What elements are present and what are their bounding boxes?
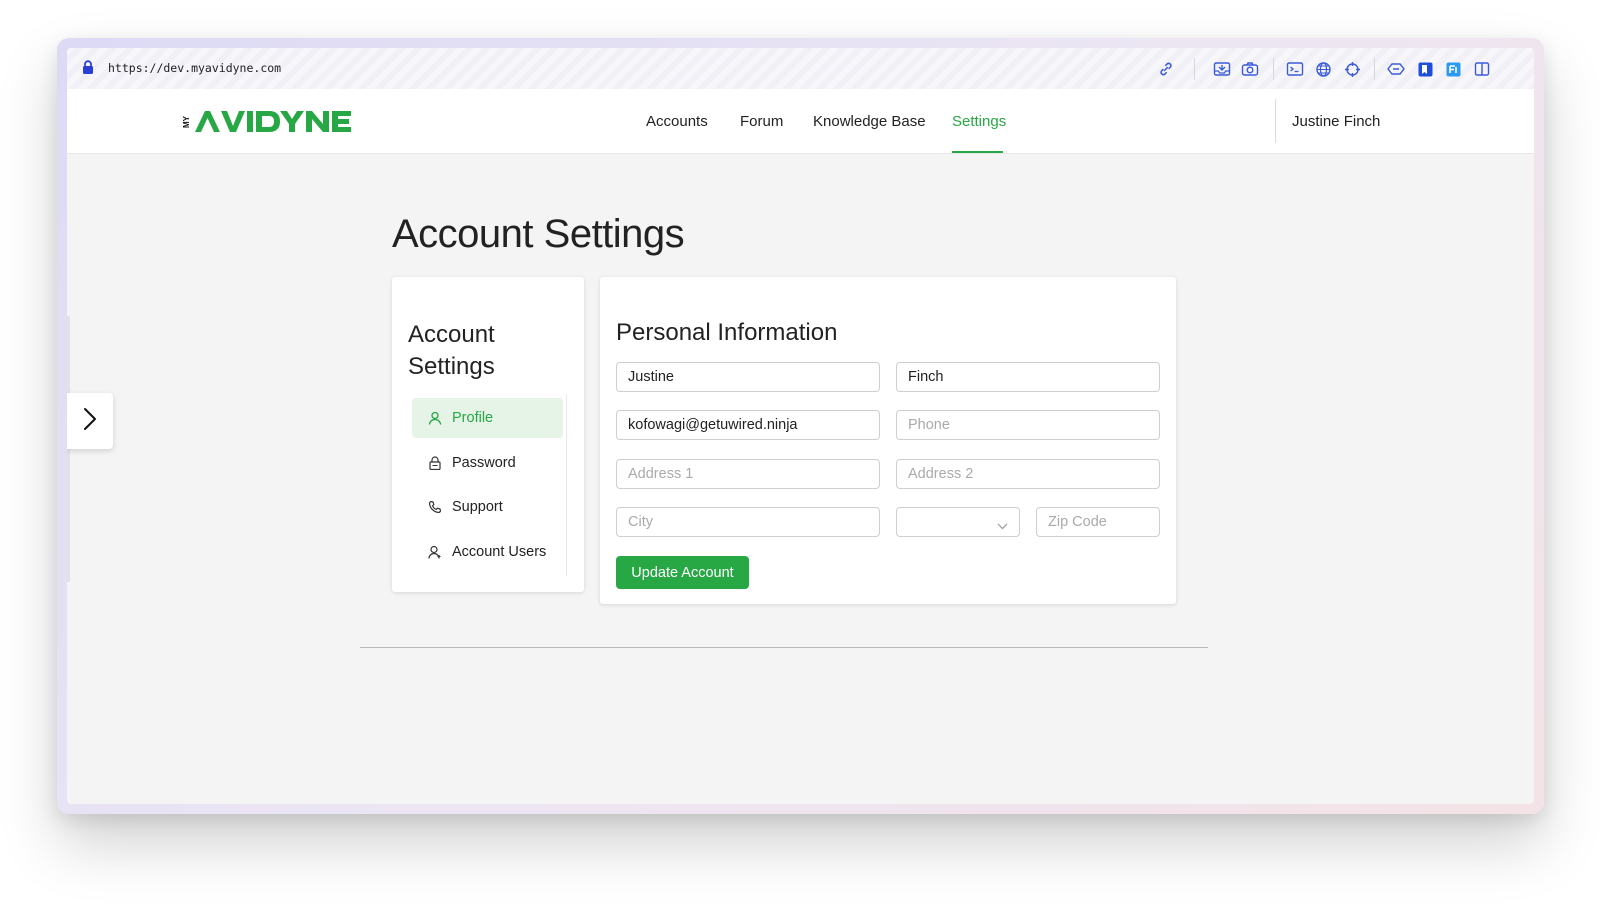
- terminal-icon[interactable]: [1285, 59, 1305, 79]
- users-icon: [428, 545, 442, 559]
- lock-icon: [82, 60, 94, 80]
- tabs-icon[interactable]: [1443, 59, 1463, 79]
- url-text[interactable]: https://dev.myavidyne.com: [108, 61, 281, 75]
- reader-icon[interactable]: [1415, 59, 1435, 79]
- address-bar: https://dev.myavidyne.com: [67, 48, 1534, 90]
- nav-divider: [1275, 99, 1276, 143]
- avidyne-logo[interactable]: MY: [182, 109, 355, 140]
- sidebar-icon[interactable]: [1472, 59, 1492, 79]
- phone-input[interactable]: [896, 410, 1160, 440]
- link-icon[interactable]: [1156, 59, 1176, 79]
- menu-divider: [566, 394, 567, 576]
- form-title: Personal Information: [616, 319, 838, 346]
- nav-link-forum[interactable]: Forum: [740, 113, 783, 130]
- chevron-down-icon: [997, 517, 1008, 535]
- side-drawer-edge: [67, 316, 70, 582]
- camera-icon[interactable]: [1240, 59, 1260, 79]
- active-tab-indicator: [952, 151, 1003, 153]
- toolbar-separator: [1273, 58, 1274, 80]
- user-menu[interactable]: Justine Finch: [1292, 113, 1380, 130]
- menu-item-label: Support: [452, 499, 503, 515]
- toolbar-separator: [1194, 58, 1195, 80]
- footer-divider: [360, 647, 1208, 648]
- last-name-input[interactable]: [896, 362, 1160, 392]
- settings-menu-card: Account Settings Profile Password Suppor…: [392, 277, 584, 592]
- city-input[interactable]: [616, 507, 880, 537]
- menu-item-profile[interactable]: Profile: [412, 398, 563, 438]
- toolbar-separator: [1374, 58, 1375, 80]
- menu-item-support[interactable]: Support: [412, 487, 563, 527]
- nav-link-accounts[interactable]: Accounts: [646, 113, 708, 130]
- phone-icon: [428, 500, 442, 514]
- expand-sidebar-button[interactable]: [67, 393, 113, 449]
- globe-icon[interactable]: [1313, 59, 1333, 79]
- menu-item-label: Password: [452, 455, 516, 471]
- page-title: Account Settings: [392, 212, 685, 256]
- update-account-button[interactable]: Update Account: [616, 556, 749, 589]
- inbox-icon[interactable]: [1212, 59, 1232, 79]
- state-select[interactable]: [896, 507, 1020, 537]
- first-name-input[interactable]: [616, 362, 880, 392]
- nav-link-knowledge-base[interactable]: Knowledge Base: [813, 113, 926, 130]
- browser-window: https://dev.myavidyne.com MY Accounts Fo…: [67, 48, 1534, 804]
- lock-icon: [428, 456, 442, 470]
- zip-code-input[interactable]: [1036, 507, 1160, 537]
- personal-information-card: Personal Information Update Account: [600, 277, 1176, 604]
- menu-item-password[interactable]: Password: [412, 443, 563, 483]
- menu-item-account-users[interactable]: Account Users: [412, 532, 563, 572]
- user-icon: [428, 411, 442, 425]
- logo-prefix: MY: [183, 115, 191, 128]
- crosshair-icon[interactable]: [1342, 59, 1362, 79]
- chevron-right-icon: [83, 407, 97, 436]
- menu-item-label: Account Users: [452, 544, 547, 560]
- extension-icon[interactable]: [1386, 59, 1406, 79]
- address1-input[interactable]: [616, 459, 880, 489]
- nav-link-settings[interactable]: Settings: [952, 113, 1006, 130]
- top-navigation: MY Accounts Forum Knowledge Base Setting…: [67, 89, 1534, 154]
- settings-menu-title: Account Settings: [408, 321, 495, 380]
- email-input[interactable]: [616, 410, 880, 440]
- address2-input[interactable]: [896, 459, 1160, 489]
- menu-item-label: Profile: [452, 410, 494, 426]
